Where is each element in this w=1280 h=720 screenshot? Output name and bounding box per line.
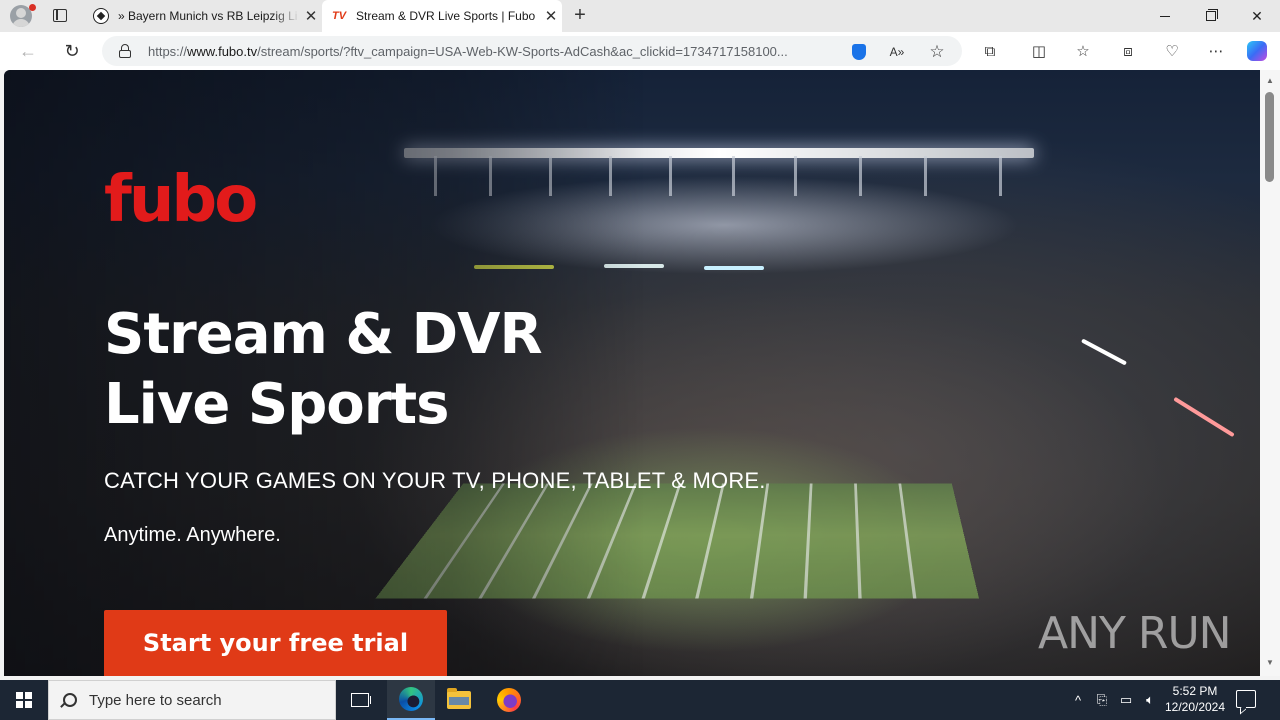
soccer-ball-icon: [92, 7, 110, 25]
firefox-icon: [497, 688, 521, 712]
more-options-icon[interactable]: ⋯: [1206, 41, 1226, 61]
split-screen-icon[interactable]: ◫: [1029, 41, 1049, 61]
start-button[interactable]: [0, 680, 48, 720]
browser-toolbar: ← ↻ https://www.fubo.tv/stream/sports/?f…: [0, 32, 1280, 70]
url-text[interactable]: https://www.fubo.tv/stream/sports/?ftv_c…: [148, 44, 838, 59]
fubo-tv-icon: TV: [331, 10, 347, 22]
tab-title: Stream & DVR Live Sports | Fubo: [356, 9, 536, 23]
windows-taskbar: Type here to search ^ ⎘ ▭ 🔈︎ 5:52 PM 12/…: [0, 680, 1280, 720]
hero-tagline: CATCH YOUR GAMES ON YOUR TV, PHONE, TABL…: [104, 468, 766, 493]
tab-title: » Bayern Munich vs RB Leipzig Li: [118, 9, 298, 23]
show-hidden-icons-chevron-icon[interactable]: ^: [1068, 680, 1088, 720]
profile-notification-badge: [29, 4, 36, 11]
device-icon[interactable]: ⎘: [1092, 680, 1112, 720]
scroll-down-icon[interactable]: ▼: [1264, 658, 1276, 668]
restore-icon: [1206, 9, 1218, 21]
task-view-icon: [351, 693, 371, 707]
favorite-star-icon[interactable]: ☆: [928, 42, 946, 61]
taskbar-search-box[interactable]: Type here to search: [48, 680, 336, 720]
back-button[interactable]: ←: [16, 39, 40, 63]
reload-button[interactable]: ↻: [60, 39, 84, 63]
arrow-left-icon: ←: [19, 40, 37, 61]
close-icon: ✕: [1251, 7, 1263, 24]
minimize-icon: [1160, 15, 1170, 17]
network-icon[interactable]: ▭: [1116, 680, 1136, 720]
hero-headline: Stream & DVR Live Sports: [104, 302, 543, 437]
address-bar[interactable]: https://www.fubo.tv/stream/sports/?ftv_c…: [102, 36, 962, 66]
page-viewport: fubo Stream & DVR Live Sports CATCH YOUR…: [4, 70, 1260, 676]
reload-icon: ↻: [64, 40, 80, 61]
copilot-icon[interactable]: [1247, 41, 1267, 61]
collections-icon[interactable]: ⧈: [1118, 41, 1138, 61]
page-scrollbar[interactable]: ▲ ▼: [1260, 70, 1280, 676]
minimize-button[interactable]: [1142, 0, 1188, 32]
favorites-list-icon[interactable]: ☆: [1073, 41, 1093, 61]
task-view-button[interactable]: [336, 680, 384, 720]
notification-center-icon[interactable]: [1236, 690, 1256, 708]
read-aloud-icon[interactable]: A»: [888, 43, 906, 61]
shield-icon[interactable]: [850, 43, 868, 61]
close-tab-icon[interactable]: ✕: [300, 7, 322, 25]
anyrun-watermark: ANY RUN: [1038, 608, 1232, 659]
search-placeholder: Type here to search: [89, 691, 222, 709]
new-tab-button[interactable]: +: [568, 4, 592, 28]
tab-bayern-munich[interactable]: » Bayern Munich vs RB Leipzig Li ✕: [84, 0, 322, 32]
scrollbar-thumb[interactable]: [1265, 92, 1274, 182]
fubo-logo[interactable]: fubo: [104, 168, 258, 232]
search-icon: [63, 693, 77, 707]
tab-fubo-active[interactable]: TV Stream & DVR Live Sports | Fubo ✕: [322, 0, 562, 32]
hero-subline: Anytime. Anywhere.: [104, 524, 281, 546]
volume-icon[interactable]: 🔈︎: [1140, 680, 1160, 720]
taskbar-file-explorer[interactable]: [435, 680, 483, 720]
taskbar-edge[interactable]: [387, 680, 435, 720]
restore-button[interactable]: [1188, 0, 1234, 32]
edge-browser-icon: [399, 687, 423, 711]
file-explorer-icon: [447, 688, 471, 709]
tab-strip: » Bayern Munich vs RB Leipzig Li ✕ TV St…: [0, 0, 1280, 32]
close-window-button[interactable]: ✕: [1234, 0, 1280, 32]
tab-actions-menu-icon[interactable]: [50, 6, 70, 26]
start-free-trial-button[interactable]: Start your free trial: [104, 610, 447, 676]
lock-icon[interactable]: [118, 44, 132, 58]
taskbar-clock[interactable]: 5:52 PM 12/20/2024: [1160, 683, 1230, 715]
scroll-up-icon[interactable]: ▲: [1264, 76, 1276, 86]
browser-essentials-heart-icon[interactable]: ♡: [1162, 41, 1182, 61]
taskbar-firefox[interactable]: [485, 680, 533, 720]
close-tab-icon[interactable]: ✕: [540, 7, 562, 25]
extensions-puzzle-icon[interactable]: ⧉: [980, 41, 1000, 61]
windows-logo-icon: [16, 692, 32, 708]
